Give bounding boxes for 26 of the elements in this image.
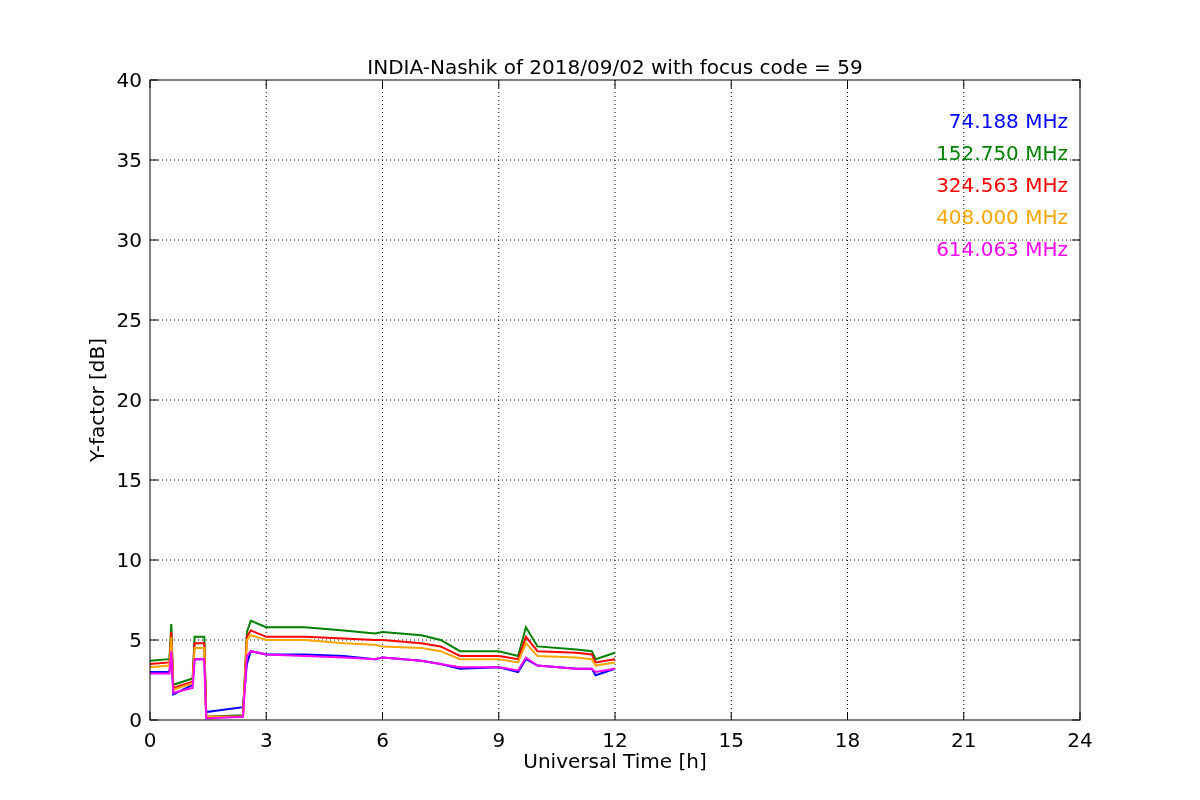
y-tick-label: 15 (116, 468, 142, 492)
y-tick-label: 5 (129, 628, 142, 652)
y-tick-label: 40 (116, 68, 142, 92)
x-tick-label: 21 (951, 728, 977, 752)
y-tick-label: 25 (116, 308, 142, 332)
x-tick-label: 3 (259, 728, 273, 752)
legend-label: 152.750 MHz (936, 141, 1068, 165)
x-tick-label: 9 (492, 728, 506, 752)
x-tick-label: 18 (834, 728, 861, 752)
x-tick-label: 0 (143, 728, 157, 752)
y-tick-label: 10 (116, 548, 142, 572)
legend-label: 74.188 MHz (948, 109, 1068, 133)
y-tick-label: 30 (116, 228, 142, 252)
legend-label: 614.063 MHz (936, 237, 1068, 261)
legend-label: 324.563 MHz (936, 173, 1068, 197)
y-tick-label: 0 (129, 708, 142, 732)
x-tick-label: 12 (602, 728, 628, 752)
x-axis-label: Universal Time [h] (523, 749, 707, 773)
x-tick-label: 15 (718, 728, 744, 752)
y-tick-label: 20 (116, 388, 142, 412)
y-axis-label: Y-factor [dB] (85, 338, 109, 462)
x-tick-label: 6 (376, 728, 389, 752)
y-tick-label: 35 (116, 148, 142, 172)
x-tick-label: 24 (1067, 728, 1093, 752)
legend-label: 408.000 MHz (936, 205, 1068, 229)
chart-title: INDIA-Nashik of 2018/09/02 with focus code = 59 (367, 55, 863, 79)
